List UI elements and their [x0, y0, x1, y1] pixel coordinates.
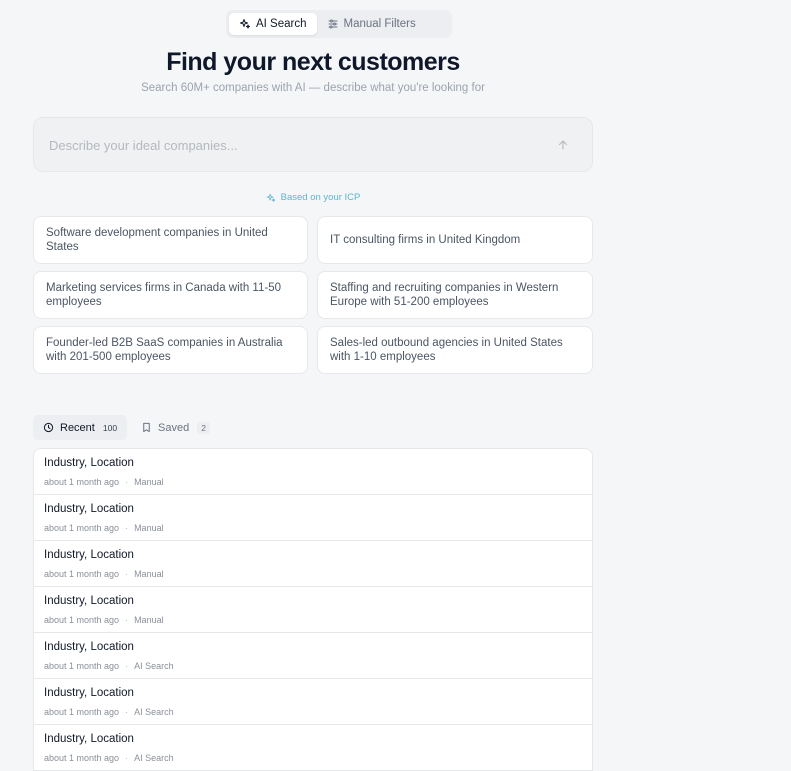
bookmark-icon [143, 422, 150, 433]
suggestion-card[interactable]: Software development companies in United… [33, 216, 308, 264]
list-item[interactable]: Industry, Location about 1 month ago · M… [34, 449, 592, 495]
tab-saved-label: Saved [158, 421, 190, 434]
suggestion-card[interactable]: Founder-led B2B SaaS companies in Austra… [33, 326, 308, 374]
tab-recent-label: Recent [60, 421, 95, 434]
page-subtitle: Search 60M+ companies with AI — describe… [141, 82, 485, 94]
list-item-title: Industry, Location [44, 503, 134, 515]
recent-searches-list: Industry, Location about 1 month ago · M… [33, 448, 593, 771]
suggestion-card[interactable]: Marketing services firms in Canada with … [33, 271, 308, 319]
sparkles-icon [266, 193, 275, 202]
search-mode-toggle: AI Search Manual Filters [226, 10, 452, 38]
sliders-icon [328, 19, 337, 29]
tab-saved[interactable]: Saved 2 [131, 415, 220, 440]
list-item-title: Industry, Location [44, 595, 134, 607]
list-item-time: about 1 month ago [44, 477, 120, 487]
list-item-meta: about 1 month ago · Manual [44, 523, 582, 533]
list-item-time: about 1 month ago [44, 569, 120, 579]
list-item-meta: about 1 month ago · AI Search [44, 753, 582, 763]
suggestion-card[interactable]: IT consulting firms in United Kingdom [317, 216, 593, 264]
list-item-source: AI Search [134, 707, 174, 717]
icp-label: Based on your ICP [33, 192, 593, 203]
list-item-meta: about 1 month ago · AI Search [44, 707, 582, 717]
page-title: Find your next customers [166, 48, 460, 76]
meta-separator: · [125, 615, 129, 625]
list-item-source: Manual [134, 615, 164, 625]
list-item-title: Industry, Location [44, 549, 134, 561]
list-item-source: Manual [134, 477, 164, 487]
list-item[interactable]: Industry, Location about 1 month ago · M… [34, 495, 592, 541]
list-item-title: Industry, Location [44, 641, 134, 653]
tab-recent[interactable]: Recent 100 [33, 415, 128, 440]
list-item-meta: about 1 month ago · AI Search [44, 661, 582, 671]
sparkles-icon [240, 19, 250, 29]
list-item-title: Industry, Location [44, 457, 134, 469]
saved-count-badge: 2 [197, 421, 210, 434]
list-item[interactable]: Industry, Location about 1 month ago · A… [34, 725, 592, 771]
recent-count-badge: 100 [102, 422, 118, 433]
suggestion-card[interactable]: Staffing and recruiting companies in Wes… [317, 271, 593, 319]
list-item-time: about 1 month ago [44, 661, 120, 671]
ai-search-label: AI Search [256, 18, 307, 30]
manual-filters-label: Manual Filters [343, 18, 416, 30]
meta-separator: · [125, 477, 129, 487]
list-item-source: Manual [134, 523, 164, 533]
list-item-meta: about 1 month ago · Manual [44, 615, 582, 625]
suggestion-grid: Software development companies in United… [33, 216, 593, 374]
search-box [33, 117, 593, 172]
clock-icon [43, 422, 54, 433]
manual-filters-tab[interactable]: Manual Filters [317, 13, 426, 35]
list-item-meta: about 1 month ago · Manual [44, 569, 582, 579]
list-item-title: Industry, Location [44, 687, 134, 699]
list-item-source: AI Search [134, 661, 174, 671]
list-item-time: about 1 month ago [44, 753, 120, 763]
meta-separator: · [125, 661, 129, 671]
list-item-time: about 1 month ago [44, 615, 120, 625]
ai-search-tab[interactable]: AI Search [229, 13, 317, 35]
list-item-time: about 1 month ago [44, 523, 120, 533]
search-input[interactable] [47, 134, 541, 156]
meta-separator: · [125, 569, 129, 579]
meta-separator: · [125, 753, 129, 763]
list-item-meta: about 1 month ago · Manual [44, 477, 582, 487]
meta-separator: · [125, 707, 129, 717]
suggestion-card[interactable]: Sales-led outbound agencies in United St… [317, 326, 593, 374]
list-item[interactable]: Industry, Location about 1 month ago · M… [34, 587, 592, 633]
list-item[interactable]: Industry, Location about 1 month ago · A… [34, 633, 592, 679]
history-tabs: Recent 100 Saved 2 [33, 415, 220, 440]
list-item[interactable]: Industry, Location about 1 month ago · A… [34, 679, 592, 725]
list-item[interactable]: Industry, Location about 1 month ago · M… [34, 541, 592, 587]
submit-search-button[interactable] [552, 134, 574, 156]
meta-separator: · [125, 523, 129, 533]
list-item-title: Industry, Location [44, 733, 134, 745]
arrow-up-icon [558, 140, 568, 150]
list-item-source: AI Search [134, 753, 174, 763]
list-item-time: about 1 month ago [44, 707, 120, 717]
list-item-source: Manual [134, 569, 164, 579]
icp-label-text: Based on your ICP [280, 192, 361, 203]
